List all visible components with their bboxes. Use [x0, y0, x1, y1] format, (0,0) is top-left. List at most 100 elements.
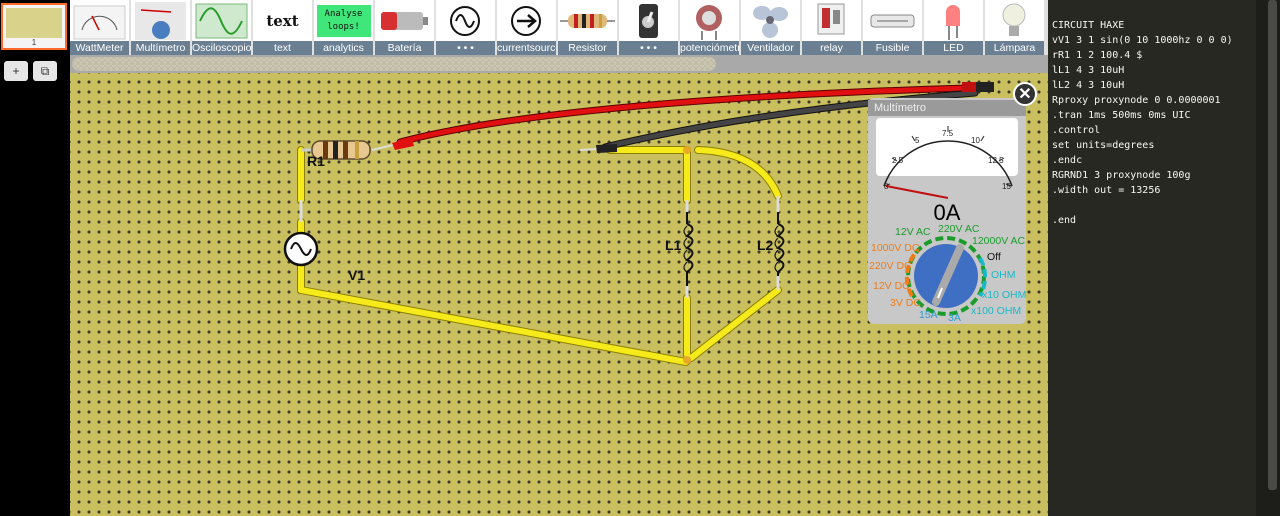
- multimeter-widget[interactable]: Multímetro 0 2.5 5 7.5 10 12.5 15 0A 12V…: [868, 98, 1026, 324]
- fan-icon: [741, 0, 800, 41]
- dial-setting[interactable]: 15A: [919, 309, 938, 321]
- tool-label: • • •: [619, 41, 678, 55]
- potentiometer-icon: [680, 0, 739, 41]
- netlist-line[interactable]: vV1 3 1 sin(0 10 1000hz 0 0 0): [1052, 34, 1233, 48]
- netlist-line[interactable]: .width out = 13256: [1052, 184, 1160, 198]
- component-toolbar: WattMeter Multímetro Osciloscopio text t…: [70, 0, 1048, 55]
- dial-setting[interactable]: Off: [987, 251, 1001, 263]
- scale-tick-label: 0: [884, 182, 889, 191]
- junction-node[interactable]: [683, 356, 691, 364]
- text-tool-icon: text: [253, 0, 312, 41]
- tool-label: relay: [802, 41, 861, 55]
- tool-label: currentsource: [497, 41, 556, 55]
- breadboard-rail-strip: [70, 55, 1048, 73]
- black-probe-plug: [976, 82, 994, 92]
- scale-tick-label: 5: [915, 136, 920, 145]
- dial-setting[interactable]: 12V AC: [895, 226, 931, 238]
- copy-slide-button[interactable]: ⧉: [33, 61, 57, 81]
- editor-scrollbar-thumb[interactable]: [1268, 0, 1277, 490]
- tool-led[interactable]: LED: [924, 0, 983, 55]
- netlist-line[interactable]: .end: [1052, 214, 1076, 228]
- tool-label: WattMeter: [70, 41, 129, 55]
- netlist-line[interactable]: lL2 4 3 10uH: [1052, 79, 1124, 93]
- battery-icon: [375, 0, 434, 41]
- netlist-line[interactable]: .endc: [1052, 154, 1082, 168]
- ac-source-v1[interactable]: [283, 231, 319, 267]
- slides-panel: 1 + ⧉: [0, 0, 70, 516]
- tool-text[interactable]: text text: [253, 0, 312, 55]
- netlist-line[interactable]: .control: [1052, 124, 1100, 138]
- tool-oscilloscope[interactable]: Osciloscopio: [192, 0, 251, 55]
- tool-label: Resistor: [558, 41, 617, 55]
- scale-tick-label: 15: [1002, 182, 1011, 191]
- l1-label: L1: [665, 237, 682, 253]
- dial-setting[interactable]: 1000V DC: [871, 242, 919, 254]
- tool-label: text: [253, 41, 312, 55]
- tool-fuse[interactable]: Fusible: [863, 0, 922, 55]
- netlist-line[interactable]: RGRND1 3 proxynode 100g: [1052, 169, 1190, 183]
- netlist-line[interactable]: lL1 4 3 10uH: [1052, 64, 1124, 78]
- oscilloscope-icon: [192, 0, 251, 41]
- tool-label: Osciloscopio: [192, 41, 251, 55]
- tool-label: LED: [924, 41, 983, 55]
- tool-ac-source[interactable]: • • •: [436, 0, 495, 55]
- tool-fan[interactable]: Ventilador: [741, 0, 800, 55]
- slide-preview: [6, 8, 62, 38]
- relay-icon: [802, 0, 861, 41]
- tool-currentsource[interactable]: currentsource: [497, 0, 556, 55]
- fuse-icon: [863, 0, 922, 41]
- junction-node[interactable]: [683, 146, 691, 154]
- tool-label: Ventilador: [741, 41, 800, 55]
- tool-label: Lámpara: [985, 41, 1044, 55]
- netlist-line[interactable]: rR1 1 2 100.4 $: [1052, 49, 1142, 63]
- text-tool-glyph: text: [266, 11, 299, 30]
- tool-label: potenciómetro: [680, 41, 739, 55]
- tool-wattmeter[interactable]: WattMeter: [70, 0, 129, 55]
- scale-tick-label: 2.5: [892, 156, 904, 165]
- power-rail[interactable]: [72, 57, 716, 71]
- netlist-line[interactable]: .tran 1ms 500ms 0ms UIC: [1052, 109, 1190, 123]
- resistor-icon: [558, 0, 617, 41]
- analyse-loops-badge: Analyse loops!: [316, 4, 371, 37]
- red-probe-plug: [962, 82, 976, 92]
- scale-tick-label: 12.5: [988, 156, 1004, 165]
- slide-number: 1: [31, 38, 37, 47]
- tool-switch[interactable]: • • •: [619, 0, 678, 55]
- wattmeter-icon: [70, 0, 129, 41]
- dial-setting[interactable]: x100 OHM: [971, 305, 1021, 317]
- dial-setting[interactable]: 220V AC: [938, 223, 979, 235]
- tool-label: • • •: [436, 41, 495, 55]
- dial-setting[interactable]: 220V DC: [869, 260, 912, 272]
- dial-setting[interactable]: OHM: [991, 269, 1016, 281]
- tool-resistor[interactable]: Resistor: [558, 0, 617, 55]
- dial-setting[interactable]: x10 OHM: [982, 289, 1026, 301]
- dial-setting[interactable]: 3V DC: [890, 297, 921, 309]
- netlist-line[interactable]: CIRCUIT HAXE: [1052, 19, 1124, 33]
- analytics-icon: Analyse loops!: [314, 0, 373, 41]
- tool-analytics[interactable]: Analyse loops! analytics: [314, 0, 373, 55]
- tool-lamp[interactable]: Lámpara: [985, 0, 1044, 55]
- tool-label: Multímetro: [131, 41, 190, 55]
- netlist-line[interactable]: Rproxy proxynode 0 0.0000001: [1052, 94, 1221, 108]
- tool-multimeter[interactable]: Multímetro: [131, 0, 190, 55]
- tool-label: analytics: [314, 41, 373, 55]
- tool-potentiometer[interactable]: potenciómetro: [680, 0, 739, 55]
- ac-source-icon: [436, 0, 495, 41]
- v1-label: V1: [348, 267, 365, 283]
- slide-thumbnail[interactable]: 1: [1, 3, 67, 50]
- led-icon: [924, 0, 983, 41]
- dial-setting[interactable]: 3A: [948, 312, 961, 324]
- tool-label: Fusible: [863, 41, 922, 55]
- tool-relay[interactable]: relay: [802, 0, 861, 55]
- scale-tick-label: 7.5: [942, 129, 954, 138]
- add-slide-button[interactable]: +: [4, 61, 28, 81]
- netlist-line[interactable]: set units=degrees: [1052, 139, 1154, 153]
- tool-label: Batería: [375, 41, 434, 55]
- dial-setting[interactable]: 12V DC: [873, 280, 910, 292]
- scale-tick-label: 10: [971, 136, 980, 145]
- tool-battery[interactable]: Batería: [375, 0, 434, 55]
- dial-setting[interactable]: 12000V AC: [972, 235, 1025, 247]
- netlist-editor[interactable]: CIRCUIT HAXE vV1 3 1 sin(0 10 1000hz 0 0…: [1048, 0, 1256, 516]
- close-multimeter-button[interactable]: ✕: [1013, 82, 1037, 106]
- l2-label: L2: [757, 237, 774, 253]
